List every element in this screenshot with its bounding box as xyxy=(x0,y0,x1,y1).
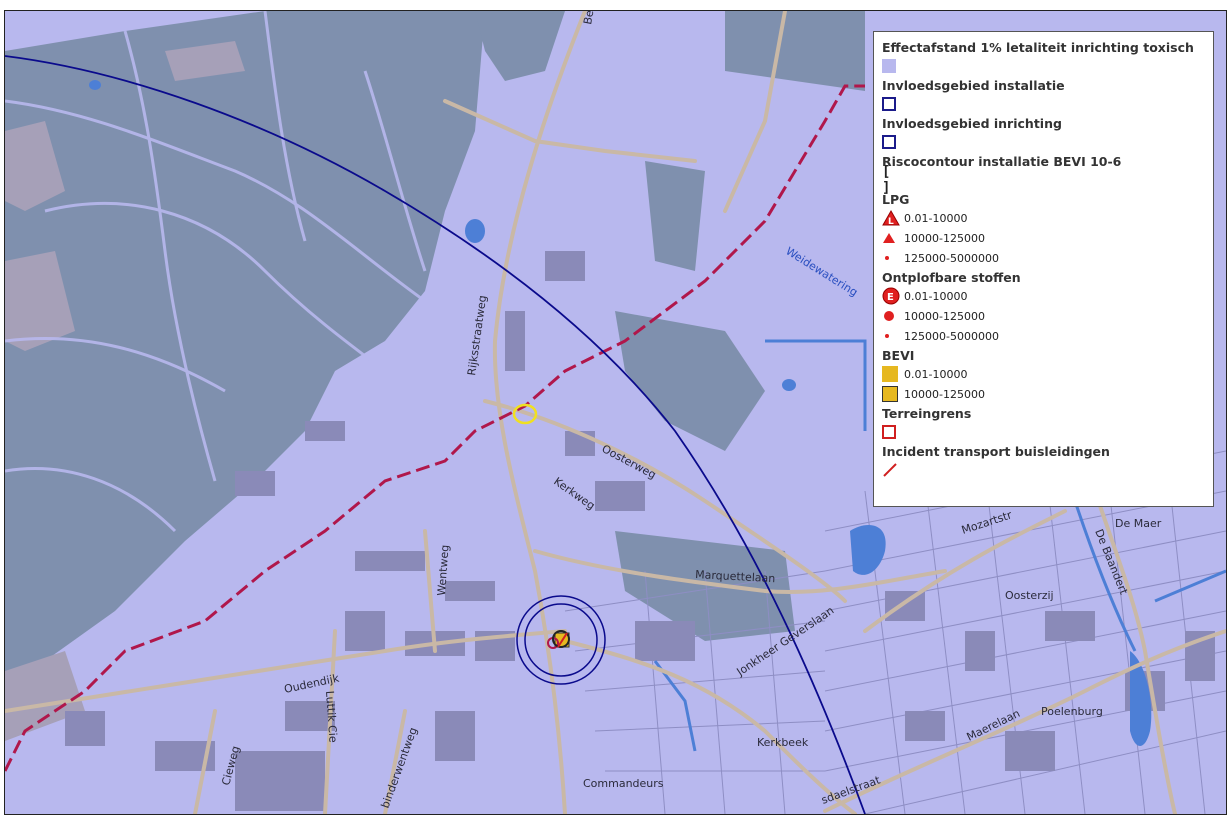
legend-item: 10000-125000 xyxy=(882,306,1205,326)
small-circle-icon xyxy=(882,306,904,326)
legend-item: 0.01-10000 xyxy=(882,364,1205,384)
red-box-icon xyxy=(882,422,904,442)
legend-symbol-row xyxy=(882,422,1205,442)
legend-item: 125000-5000000 xyxy=(882,248,1205,268)
legend-section-title: Invloedsgebied inrichting xyxy=(882,116,1062,131)
legend-item-label: 0.01-10000 xyxy=(904,289,968,303)
navy-box-icon xyxy=(882,132,904,152)
legend-section-title: Incident transport buisleidingen xyxy=(882,444,1110,459)
label-de-maer: De Maer xyxy=(1115,517,1162,530)
label-kerkbeek: Kerkbeek xyxy=(757,736,809,749)
legend-item-label: 10000-125000 xyxy=(904,309,985,323)
legend-item: L 0.01-10000 xyxy=(882,208,1205,228)
bracket-icon: [ ] xyxy=(882,164,891,196)
legend-section-title: Ontplofbare stoffen xyxy=(882,270,1021,285)
legend-item-label: 125000-5000000 xyxy=(904,329,999,343)
label-be: Be xyxy=(581,11,596,26)
legend-item: E 0.01-10000 xyxy=(882,286,1205,306)
gold-square-icon xyxy=(882,364,904,384)
legend-item-label: 125000-5000000 xyxy=(904,251,999,265)
label-commandeurs: Commandeurs xyxy=(583,777,664,790)
small-triangle-icon xyxy=(882,228,904,248)
legend-section-title: BEVI xyxy=(882,348,915,363)
legend-symbol-row xyxy=(882,56,1205,76)
legend-section-title: Invloedsgebied installatie xyxy=(882,78,1065,93)
legend-symbol-row xyxy=(882,132,1205,152)
legend-symbol-row: [ ] xyxy=(882,164,1205,196)
svg-text:L: L xyxy=(888,217,894,226)
circle-e-icon: E xyxy=(882,286,904,306)
legend-section-title: Riscocontour installatie BEVI 10-6 xyxy=(882,154,1122,169)
lavender-swatch-icon xyxy=(882,56,904,76)
triangle-l-icon: L xyxy=(882,208,904,228)
legend-item-label: 10000-125000 xyxy=(904,231,985,245)
svg-text:E: E xyxy=(887,292,894,303)
map-legend: Effectafstand 1% letaliteit inrichting t… xyxy=(873,31,1214,507)
dot-icon xyxy=(882,248,904,268)
legend-item: 10000-125000 xyxy=(882,384,1205,404)
legend-section-title: Effectafstand 1% letaliteit inrichting t… xyxy=(882,40,1194,55)
legend-item-label: 0.01-10000 xyxy=(904,367,968,381)
legend-item: 10000-125000 xyxy=(882,228,1205,248)
map-frame[interactable]: Rijksstraatweg Oosterweg Kerkweg Marquet… xyxy=(4,10,1227,815)
legend-symbol-row xyxy=(882,460,1205,480)
red-dash-icon xyxy=(882,460,904,480)
label-poelenburg: Poelenburg xyxy=(1041,705,1103,718)
legend-section-title: LPG xyxy=(882,192,910,207)
legend-item-label: 10000-125000 xyxy=(904,387,985,401)
label-oosterzij: Oosterzij xyxy=(1005,589,1054,602)
legend-item: 125000-5000000 xyxy=(882,326,1205,346)
legend-symbol-row xyxy=(882,94,1205,114)
gold-square-bordered-icon xyxy=(882,384,904,404)
navy-box-icon xyxy=(882,94,904,114)
dot-icon xyxy=(882,326,904,346)
legend-item-label: 0.01-10000 xyxy=(904,211,968,225)
legend-section-title: Terreingrens xyxy=(882,406,972,421)
